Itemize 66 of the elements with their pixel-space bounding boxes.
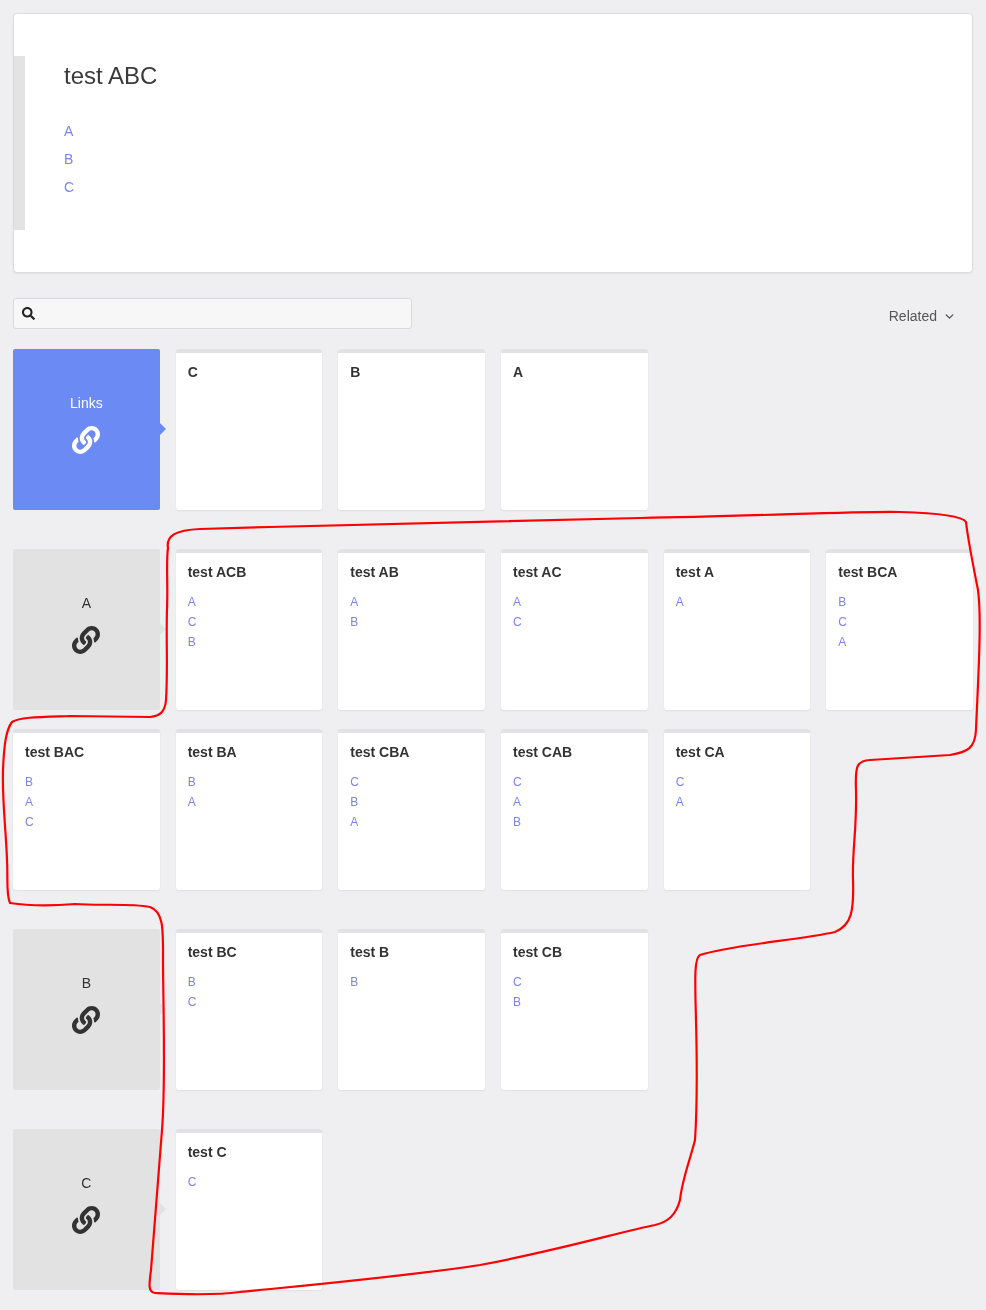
link-icon [72,426,101,454]
card-link[interactable]: B [513,992,521,1012]
card-title: test BC [187,943,238,962]
card-link[interactable]: C [187,612,197,632]
header-link[interactable]: A [64,117,74,145]
search-field[interactable] [13,298,412,329]
card-title: C [187,363,199,382]
group-tile[interactable]: Links [13,349,160,510]
card-link[interactable]: C [675,772,685,792]
group-tile[interactable]: A [13,549,160,710]
link-icon [72,626,101,654]
card-link[interactable]: A [187,792,196,812]
card-link[interactable]: C [513,772,522,792]
card-title: test BA [187,743,238,762]
card-link[interactable]: B [350,792,359,812]
card-link[interactable]: A [513,592,521,612]
group-tile[interactable]: B [13,929,160,1090]
card-link[interactable]: C [350,772,359,792]
card-link[interactable]: C [187,1172,197,1192]
card-title: test CA [675,743,726,762]
card-link[interactable]: A [25,792,33,812]
card-title: test CB [513,943,563,962]
card-link[interactable]: A [513,792,521,812]
card-link[interactable]: A [838,632,847,652]
card-link[interactable]: B [350,612,359,632]
card-link[interactable]: C [838,612,847,632]
card-link[interactable]: C [513,972,522,992]
link-icon [72,1206,101,1234]
card-title: A [513,363,525,382]
card-link[interactable]: A [675,592,684,612]
card-title: test B [350,943,391,962]
card-link[interactable]: A [350,592,359,612]
card-title: test AB [350,563,400,582]
card-title: B [350,363,362,382]
card-link[interactable]: C [25,812,34,832]
card-title: test C [187,1143,228,1162]
card-link[interactable]: B [187,632,196,652]
card-link[interactable]: A [350,812,359,832]
card-title: test AC [513,563,563,582]
sort-dropdown[interactable]: Related [888,305,956,327]
card-link[interactable]: A [675,792,684,812]
card-link[interactable]: C [513,612,522,632]
card-link[interactable]: B [838,592,847,612]
pointer-triangle-icon [159,1003,166,1015]
header-link[interactable]: B [64,145,74,173]
card-title: test CBA [350,743,411,762]
link-icon [72,1006,101,1034]
card-title: test BAC [25,743,86,762]
card-title: test A [675,563,716,582]
card-link[interactable]: A [187,592,196,612]
card-link[interactable]: B [187,772,196,792]
card-title: test ACB [187,563,248,582]
pointer-triangle-icon [159,1203,166,1215]
group-tile[interactable]: C [13,1129,160,1290]
page-title: test ABC [64,61,158,91]
card-link[interactable]: B [25,772,33,792]
card-title: test CAB [513,743,574,762]
header-link[interactable]: C [64,173,75,201]
card-link[interactable]: B [513,812,521,832]
pointer-triangle-icon [159,423,166,435]
pointer-triangle-icon [159,623,166,635]
search-icon [22,307,35,320]
card-title: test BCA [838,563,899,582]
card-link[interactable]: C [187,992,197,1012]
card-link[interactable]: B [187,972,196,992]
card-link[interactable]: B [350,972,359,992]
